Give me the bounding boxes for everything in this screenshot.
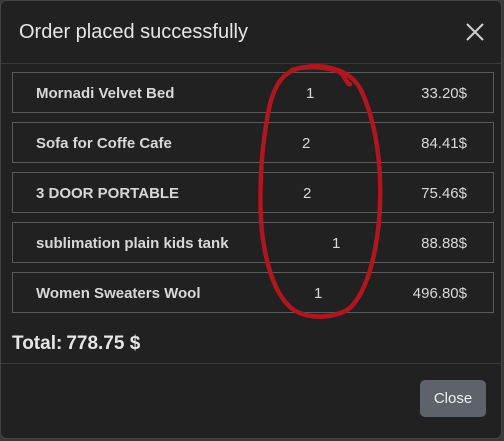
- list-item: Sofa for Coffe Cafe 2 84.41$: [12, 122, 494, 163]
- list-item: Women Sweaters Wool 1 496.80$: [12, 272, 494, 313]
- total-label: Total:: [12, 333, 63, 354]
- order-items-list: Mornadi Velvet Bed 1 33.20$ Sofa for Cof…: [12, 72, 494, 322]
- item-quantity: 2: [302, 135, 311, 152]
- item-name: 3 DOOR PORTABLE: [36, 185, 180, 202]
- order-success-modal: Order placed successfully Mornadi Velvet…: [0, 0, 502, 439]
- footer-divider: [1, 363, 501, 364]
- item-quantity: 2: [303, 185, 312, 202]
- item-name: Women Sweaters Wool: [36, 285, 201, 302]
- list-item: 3 DOOR PORTABLE 2 75.46$: [12, 172, 494, 213]
- item-price: 33.20$: [421, 85, 467, 102]
- item-name: Mornadi Velvet Bed: [36, 85, 175, 102]
- item-quantity: 1: [306, 85, 315, 102]
- item-price: 496.80$: [412, 285, 467, 302]
- modal-title: Order placed successfully: [19, 21, 248, 43]
- list-item: Mornadi Velvet Bed 1 33.20$: [12, 72, 494, 113]
- list-item: sublimation plain kids tank 1 88.88$: [12, 222, 494, 263]
- item-quantity: 1: [332, 235, 341, 252]
- item-price: 88.88$: [421, 235, 467, 252]
- item-price: 84.41$: [421, 135, 467, 152]
- close-button[interactable]: Close: [420, 380, 486, 417]
- close-x-icon[interactable]: [463, 20, 487, 44]
- total-value: 778.75 $: [66, 333, 141, 354]
- modal-header: Order placed successfully: [1, 1, 501, 64]
- item-price: 75.46$: [421, 185, 467, 202]
- item-quantity: 1: [314, 285, 323, 302]
- order-total: Total: 778.75 $: [12, 333, 140, 355]
- item-name: Sofa for Coffe Cafe: [36, 135, 172, 152]
- item-name: sublimation plain kids tank: [36, 235, 229, 252]
